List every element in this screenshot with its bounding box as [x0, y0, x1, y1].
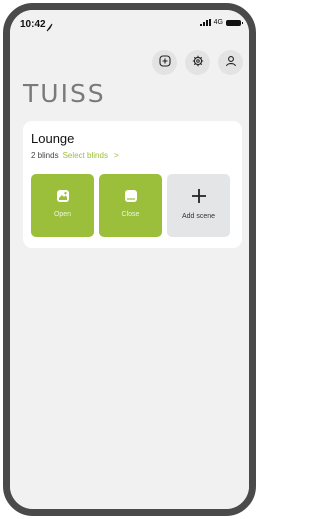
- plus-icon: [190, 187, 208, 210]
- room-title: Lounge: [31, 131, 75, 146]
- blind-open-icon: [56, 189, 70, 208]
- select-blinds-link[interactable]: Select blinds: [63, 151, 108, 160]
- chevron-right-icon: >: [113, 151, 119, 160]
- scene-label: Close: [121, 211, 140, 218]
- network-label: 4G: [213, 19, 223, 26]
- status-indicators: 4G: [199, 19, 243, 26]
- settings-button[interactable]: [185, 50, 210, 75]
- location-arrow-icon: [46, 19, 53, 37]
- signal-icon: [199, 19, 211, 26]
- room-card[interactable]: Lounge 2 blinds Select blinds > Open Clo…: [23, 121, 242, 248]
- phone-frame: 10:42 4G TUISS Lounge 2 blinds Select bl…: [3, 3, 256, 516]
- add-icon: [158, 54, 171, 72]
- app-screen: 10:42 4G TUISS Lounge 2 blinds Select bl…: [10, 10, 249, 509]
- status-bar: 10:42 4G: [10, 10, 249, 36]
- blind-count: 2 blinds: [31, 151, 59, 160]
- scene-label: Add scene: [181, 213, 216, 220]
- brand-logo: TUISS: [23, 79, 106, 108]
- status-time: 10:42: [20, 19, 46, 30]
- add-scene-button[interactable]: Add scene: [167, 174, 230, 237]
- gear-icon: [192, 54, 204, 72]
- battery-icon: [226, 19, 243, 26]
- header-actions: [152, 50, 243, 75]
- add-button[interactable]: [152, 50, 177, 75]
- scene-label: Open: [53, 211, 72, 218]
- scene-close-button[interactable]: Close: [99, 174, 162, 237]
- user-icon: [225, 54, 237, 72]
- room-subtitle: 2 blinds Select blinds >: [31, 151, 119, 160]
- profile-button[interactable]: [218, 50, 243, 75]
- blind-close-icon: [124, 189, 138, 208]
- scene-open-button[interactable]: Open: [31, 174, 94, 237]
- scene-list: Open Close Add scene: [31, 174, 230, 237]
